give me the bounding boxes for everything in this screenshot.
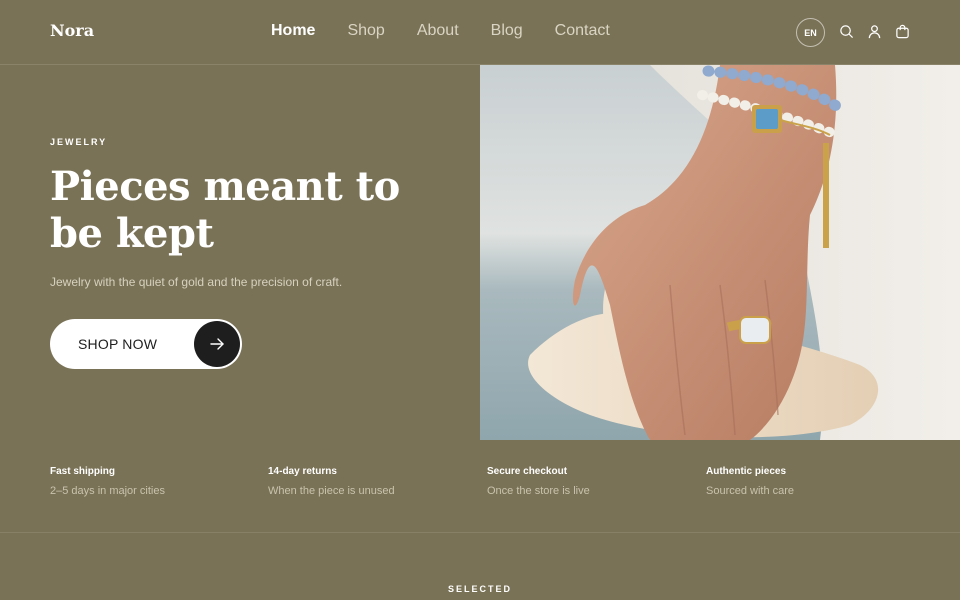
feature-desc: When the piece is unused (268, 485, 395, 497)
arrow-right-icon (194, 321, 240, 367)
nav-about[interactable]: About (417, 22, 459, 40)
selected-section-eyebrow: SELECTED (447, 584, 512, 594)
shop-now-button[interactable]: SHOP NOW (50, 319, 242, 369)
feature-fast-shipping: Fast shipping 2–5 days in major cities (50, 466, 165, 497)
user-icon[interactable] (867, 24, 882, 39)
feature-title: Secure checkout (487, 466, 568, 477)
feature-title: Fast shipping (50, 466, 115, 477)
nav-shop[interactable]: Shop (347, 22, 384, 40)
main-nav: Home Shop About Blog Contact (271, 22, 642, 40)
nav-contact[interactable]: Contact (555, 22, 610, 40)
feature-desc: Once the store is live (487, 485, 590, 497)
shop-now-label: SHOP NOW (78, 336, 158, 352)
search-icon[interactable] (839, 24, 854, 39)
hero-subtitle: Jewelry with the quiet of gold and the p… (50, 275, 343, 289)
nav-home[interactable]: Home (271, 22, 315, 40)
feature-title: Authentic pieces (706, 466, 787, 477)
feature-title: 14-day returns (268, 466, 337, 477)
feature-authentic: Authentic pieces Sourced with care (706, 466, 794, 497)
hero-image (480, 65, 960, 440)
feature-desc: 2–5 days in major cities (50, 485, 165, 497)
hero-eyebrow: JEWELRY (50, 137, 108, 147)
feature-returns: 14-day returns When the piece is unused (268, 466, 395, 497)
features-bar: Fast shipping 2–5 days in major cities 1… (0, 466, 960, 532)
section-divider (0, 532, 960, 533)
brand-logo[interactable]: Nora (50, 21, 94, 40)
hero-title: Pieces meant to be kept (50, 163, 400, 257)
cart-icon[interactable] (895, 24, 910, 39)
nav-blog[interactable]: Blog (491, 22, 523, 40)
language-switcher[interactable]: EN (796, 18, 825, 47)
feature-secure-checkout: Secure checkout Once the store is live (487, 466, 590, 497)
feature-desc: Sourced with care (706, 485, 795, 497)
site-header: Nora Home Shop About Blog Contact EN (0, 0, 960, 65)
